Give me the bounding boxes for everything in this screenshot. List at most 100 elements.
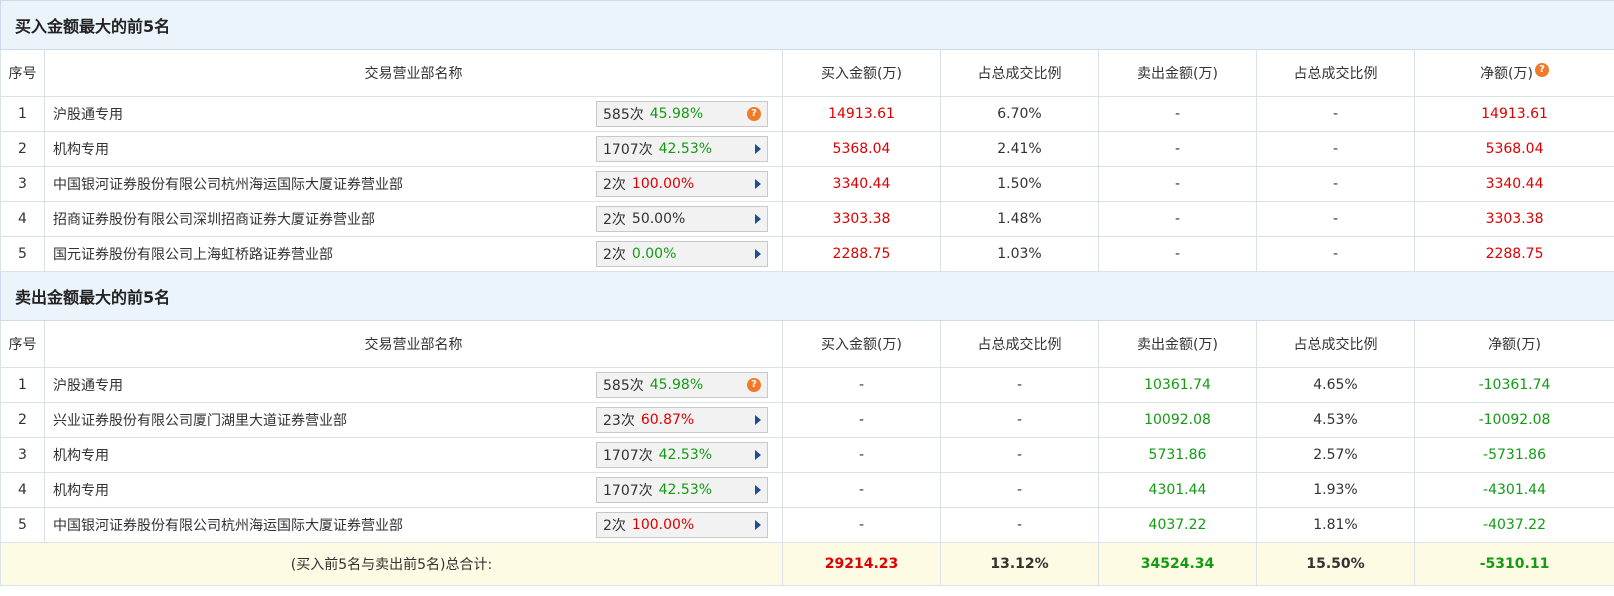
column-header: 占总成交比例 bbox=[1256, 49, 1415, 97]
table-row: 3 机构专用 1707次 42.53% - -5731.86 2.57% -5731.86 bbox=[0, 437, 1614, 473]
broker-name-link[interactable]: 机构专用 bbox=[53, 480, 596, 500]
net-amount: 5368.04 bbox=[1413, 131, 1614, 167]
sell-pct: 1.81% bbox=[1256, 507, 1415, 543]
net-amount: -4301.44 bbox=[1413, 472, 1614, 508]
broker-stat-box[interactable]: 585次 45.98%? bbox=[596, 101, 768, 127]
help-icon[interactable]: ? bbox=[747, 378, 761, 392]
net-amount: 3303.38 bbox=[1413, 201, 1614, 237]
total-row: (买入前5名与卖出前5名)总合计: 29214.23 13.12% 34524.… bbox=[0, 542, 1614, 586]
broker-name-link[interactable]: 机构专用 bbox=[53, 139, 596, 159]
expand-arrow-icon[interactable] bbox=[755, 249, 761, 259]
expand-arrow-icon[interactable] bbox=[755, 485, 761, 495]
row-index: 2 bbox=[0, 402, 45, 438]
expand-arrow-icon[interactable] bbox=[755, 214, 761, 224]
table-row: 2 兴业证券股份有限公司厦门湖里大道证券营业部 23次 60.87% - -10092.0… bbox=[0, 402, 1614, 438]
buy-section-title: 买入金额最大的前5名 bbox=[0, 0, 1614, 50]
column-header-label: 占总成交比例 bbox=[977, 66, 1062, 82]
listing-count: 23次 bbox=[603, 413, 635, 429]
broker-name-link[interactable]: 中国银河证券股份有限公司杭州海运国际大厦证券营业部 bbox=[53, 174, 596, 194]
total-net: -5310.11 bbox=[1413, 542, 1614, 586]
broker-name-link[interactable]: 招商证券股份有限公司深圳招商证券大厦证券营业部 bbox=[53, 209, 596, 229]
broker-stat-box[interactable]: 585次 45.98%? bbox=[596, 372, 768, 398]
column-header: 买入金额(万) bbox=[782, 49, 941, 97]
expand-arrow-icon[interactable] bbox=[755, 450, 761, 460]
total-buy: 29214.23 bbox=[782, 542, 941, 586]
broker-stat-box[interactable]: 1707次 42.53% bbox=[596, 136, 768, 162]
win-rate: 100.00% bbox=[631, 517, 695, 533]
expand-arrow-icon[interactable] bbox=[755, 144, 761, 154]
column-header-label: 交易营业部名称 bbox=[364, 66, 463, 82]
buy-pct: 2.41% bbox=[940, 131, 1099, 167]
win-rate: 42.53% bbox=[658, 141, 713, 157]
sell-pct: - bbox=[1256, 236, 1415, 272]
expand-arrow-icon[interactable] bbox=[755, 520, 761, 530]
buy-pct: - bbox=[940, 367, 1099, 403]
table-row: 4 招商证券股份有限公司深圳招商证券大厦证券营业部 2次 50.00% 3303.38 1… bbox=[0, 201, 1614, 237]
column-header-label: 交易营业部名称 bbox=[364, 337, 463, 353]
listing-count: 1707次 bbox=[603, 448, 653, 464]
broker-name-link[interactable]: 兴业证券股份有限公司厦门湖里大道证券营业部 bbox=[53, 410, 596, 430]
table-row: 1 沪股通专用 585次 45.98%? 14913.61 6.70% - -14913.61 bbox=[0, 96, 1614, 132]
column-header-label: 卖出金额(万) bbox=[1137, 337, 1218, 353]
win-rate: 60.87% bbox=[640, 412, 695, 428]
row-index: 3 bbox=[0, 166, 45, 202]
broker-name-link[interactable]: 机构专用 bbox=[53, 445, 596, 465]
net-amount: -5731.86 bbox=[1413, 437, 1614, 473]
buy-pct: 1.50% bbox=[940, 166, 1099, 202]
total-label: (买入前5名与卖出前5名)总合计: bbox=[0, 542, 783, 586]
broker-stat-box[interactable]: 2次 100.00% bbox=[596, 512, 768, 538]
listing-count: 585次 bbox=[603, 378, 644, 394]
column-header: 序号 bbox=[0, 49, 45, 97]
column-header: 净额(万) bbox=[1413, 320, 1614, 368]
broker-cell: 沪股通专用 585次 45.98%? bbox=[44, 367, 783, 403]
broker-name-link[interactable]: 沪股通专用 bbox=[53, 375, 596, 395]
listing-count: 1707次 bbox=[603, 142, 653, 158]
expand-arrow-icon[interactable] bbox=[755, 179, 761, 189]
total-sell: 34524.34 bbox=[1098, 542, 1257, 586]
broker-name-link[interactable]: 国元证券股份有限公司上海虹桥路证券营业部 bbox=[53, 244, 596, 264]
help-icon[interactable]: ? bbox=[1535, 63, 1549, 77]
broker-cell: 机构专用 1707次 42.53% bbox=[44, 472, 783, 508]
buy-amount: - bbox=[782, 402, 941, 438]
column-header-label: 序号 bbox=[8, 337, 37, 353]
broker-stat-box[interactable]: 2次 100.00% bbox=[596, 171, 768, 197]
row-index: 5 bbox=[0, 236, 45, 272]
table-row: 1 沪股通专用 585次 45.98%? - -10361.74 4.65% -10361.7… bbox=[0, 367, 1614, 403]
table-row: 5 中国银河证券股份有限公司杭州海运国际大厦证券营业部 2次 100.00% - -403… bbox=[0, 507, 1614, 543]
column-header: 卖出金额(万) bbox=[1098, 320, 1257, 368]
sell-pct: 4.65% bbox=[1256, 367, 1415, 403]
broker-stat-box[interactable]: 1707次 42.53% bbox=[596, 442, 768, 468]
column-header-label: 买入金额(万) bbox=[821, 66, 902, 82]
column-header-label: 占总成交比例 bbox=[1293, 66, 1378, 82]
help-icon[interactable]: ? bbox=[747, 107, 761, 121]
column-header: 交易营业部名称 bbox=[44, 49, 783, 97]
column-header-label: 占总成交比例 bbox=[977, 337, 1062, 353]
net-amount: -10092.08 bbox=[1413, 402, 1614, 438]
column-header-label: 序号 bbox=[8, 66, 37, 82]
column-header-label: 净额(万) bbox=[1488, 337, 1541, 353]
row-index: 4 bbox=[0, 201, 45, 237]
column-header-label: 买入金额(万) bbox=[821, 337, 902, 353]
column-header: 占总成交比例 bbox=[1256, 320, 1415, 368]
broker-stat-box[interactable]: 23次 60.87% bbox=[596, 407, 768, 433]
sell-pct: - bbox=[1256, 96, 1415, 132]
sell-amount: - bbox=[1098, 96, 1257, 132]
broker-stat-box[interactable]: 2次 50.00% bbox=[596, 206, 768, 232]
broker-cell: 国元证券股份有限公司上海虹桥路证券营业部 2次 0.00% bbox=[44, 236, 783, 272]
sell-pct: 1.93% bbox=[1256, 472, 1415, 508]
row-index: 1 bbox=[0, 367, 45, 403]
listing-count: 2次 bbox=[603, 212, 626, 228]
broker-stat-box[interactable]: 1707次 42.53% bbox=[596, 477, 768, 503]
sell-pct: - bbox=[1256, 131, 1415, 167]
buy-amount: 3340.44 bbox=[782, 166, 941, 202]
broker-name-link[interactable]: 中国银河证券股份有限公司杭州海运国际大厦证券营业部 bbox=[53, 515, 596, 535]
listing-count: 1707次 bbox=[603, 483, 653, 499]
broker-name-link[interactable]: 沪股通专用 bbox=[53, 104, 596, 124]
broker-cell: 招商证券股份有限公司深圳招商证券大厦证券营业部 2次 50.00% bbox=[44, 201, 783, 237]
broker-stat-box[interactable]: 2次 0.00% bbox=[596, 241, 768, 267]
win-rate: 100.00% bbox=[631, 176, 695, 192]
column-header: 交易营业部名称 bbox=[44, 320, 783, 368]
row-index: 1 bbox=[0, 96, 45, 132]
column-header: 净额(万)? bbox=[1413, 49, 1614, 97]
expand-arrow-icon[interactable] bbox=[755, 415, 761, 425]
